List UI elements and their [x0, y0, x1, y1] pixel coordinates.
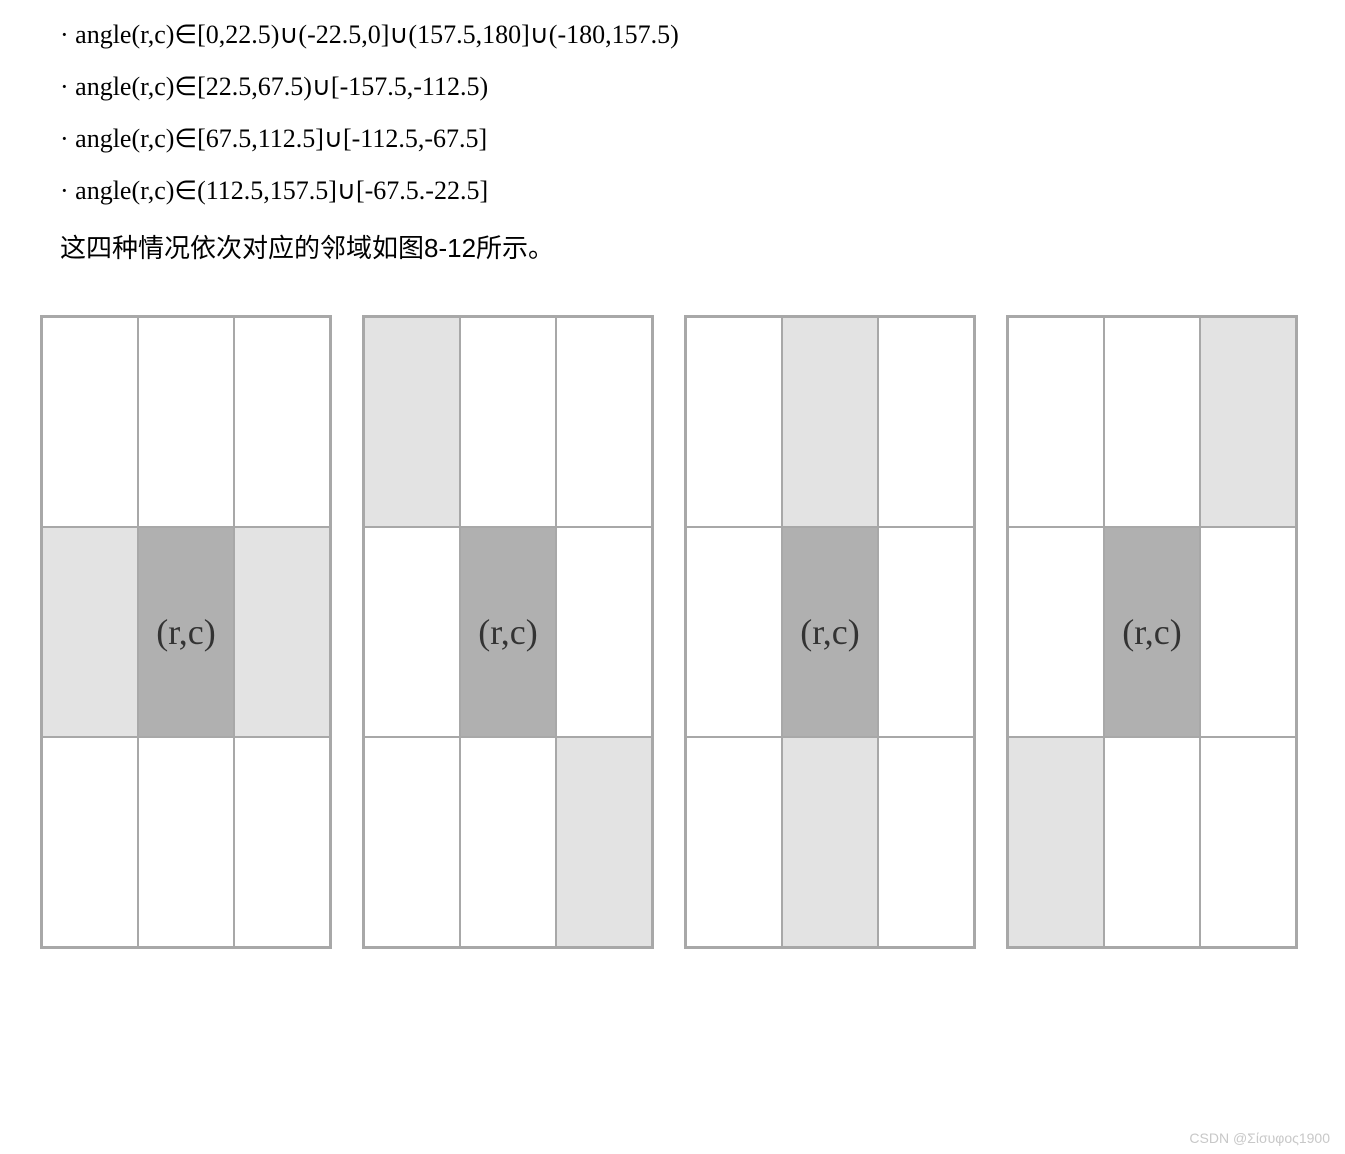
grid-1: (r,c) — [40, 315, 332, 949]
grid-3: (r,c) — [684, 315, 976, 949]
caption-text: 这四种情况依次对应的邻域如图8-12所示。 — [40, 228, 1305, 265]
grid-cell — [1200, 737, 1296, 947]
formula-line-1: · angle(r,c)∈[0,22.5)∪(-22.5,0]∪(157.5,1… — [40, 20, 1305, 50]
formula-line-3: · angle(r,c)∈[67.5,112.5]∪[-112.5,-67.5] — [40, 124, 1305, 154]
grid-cell — [556, 317, 652, 527]
center-label: (r,c) — [1122, 611, 1182, 653]
formula-line-2: · angle(r,c)∈[22.5,67.5)∪[-157.5,-112.5) — [40, 72, 1305, 102]
grid-4: (r,c) — [1006, 315, 1298, 949]
grid-cell — [460, 737, 556, 947]
grids-row: (r,c) (r,c) (r,c) (r,c) — [40, 315, 1305, 949]
grid-cell — [1104, 317, 1200, 527]
grid-cell — [1008, 737, 1104, 947]
grid-cell — [686, 527, 782, 737]
grid-cell — [878, 737, 974, 947]
grid-cell — [1200, 527, 1296, 737]
grid-cell — [364, 527, 460, 737]
grid-cell — [1008, 317, 1104, 527]
grid-cell — [460, 317, 556, 527]
grid-cell — [878, 317, 974, 527]
grid-cell — [234, 737, 330, 947]
grid-cell: (r,c) — [782, 527, 878, 737]
grid-cell — [364, 737, 460, 947]
grid-cell — [42, 317, 138, 527]
grid-cell — [138, 737, 234, 947]
grid-cell — [878, 527, 974, 737]
watermark: CSDN @Σίσυφος1900 — [1189, 1130, 1330, 1146]
grid-cell — [234, 317, 330, 527]
center-label: (r,c) — [156, 611, 216, 653]
formula-line-4: · angle(r,c)∈(112.5,157.5]∪[-67.5.-22.5] — [40, 176, 1305, 206]
grid-cell: (r,c) — [1104, 527, 1200, 737]
grid-cell — [1008, 527, 1104, 737]
grid-cell — [556, 527, 652, 737]
grid-cell — [42, 737, 138, 947]
grid-cell — [1104, 737, 1200, 947]
grid-cell — [138, 317, 234, 527]
grid-cell — [1200, 317, 1296, 527]
grid-cell — [782, 737, 878, 947]
grid-2: (r,c) — [362, 315, 654, 949]
center-label: (r,c) — [478, 611, 538, 653]
grid-cell: (r,c) — [460, 527, 556, 737]
grid-cell — [782, 317, 878, 527]
center-label: (r,c) — [800, 611, 860, 653]
grid-cell — [42, 527, 138, 737]
grid-cell — [686, 737, 782, 947]
grid-cell — [364, 317, 460, 527]
grid-cell — [556, 737, 652, 947]
grid-cell: (r,c) — [138, 527, 234, 737]
grid-cell — [234, 527, 330, 737]
formula-list: · angle(r,c)∈[0,22.5)∪(-22.5,0]∪(157.5,1… — [40, 20, 1305, 206]
grid-cell — [686, 317, 782, 527]
